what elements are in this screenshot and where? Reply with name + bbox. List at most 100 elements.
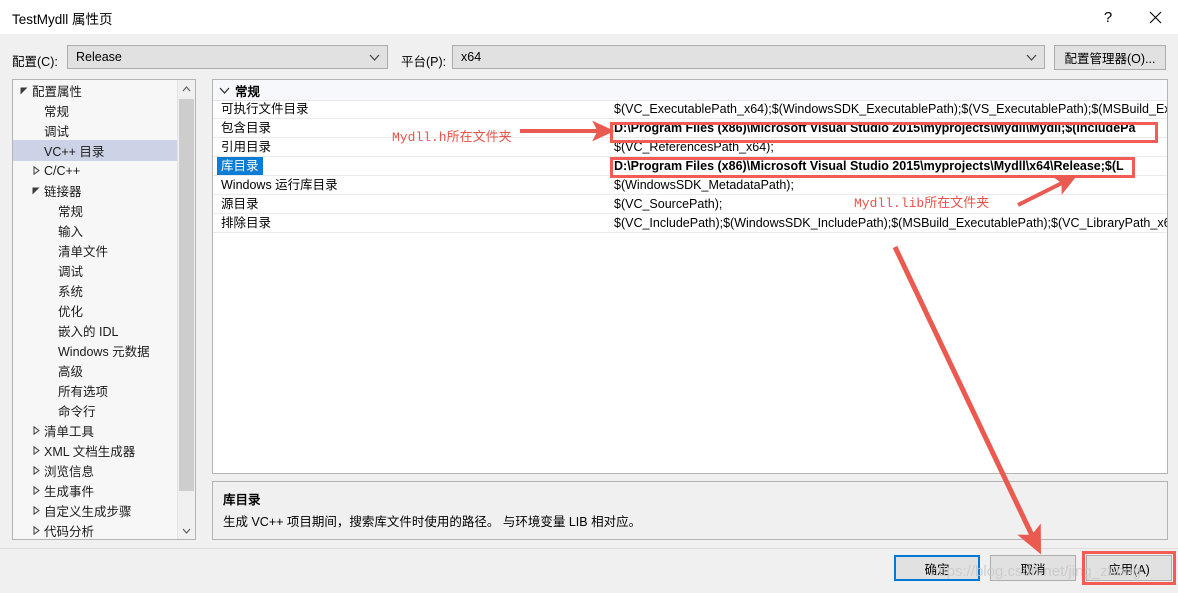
tree-item[interactable]: 系统 xyxy=(13,280,179,301)
help-button[interactable]: ? xyxy=(1085,0,1131,34)
tree-item[interactable]: 高级 xyxy=(13,360,179,381)
property-value[interactable]: $(VC_IncludePath);$(WindowsSDK_IncludePa… xyxy=(614,214,1167,232)
tree-item[interactable]: VC++ 目录 xyxy=(13,140,179,161)
property-row[interactable]: 包含目录 D:\Program Files (x86)\Microsoft Vis… xyxy=(213,119,1167,138)
triangle-right-icon[interactable] xyxy=(29,506,43,515)
tree-item[interactable]: 输入 xyxy=(13,220,179,241)
property-row[interactable]: 引用目录 $(VC_ReferencesPath_x64); xyxy=(213,138,1167,157)
tree-item-label: 链接器 xyxy=(44,185,82,199)
close-button[interactable] xyxy=(1132,0,1178,34)
triangle-right-icon[interactable] xyxy=(29,486,43,495)
tree-item-label: 自定义生成步骤 xyxy=(44,505,132,519)
tree-item-label: 命令行 xyxy=(58,405,96,419)
tree-items: 配置属性 常规 调试 VC++ 目录 C/C++ 链接器 常规 输入 清单文件 调试 系统 优化 嵌入的… xyxy=(13,80,179,539)
watermark-text: https://blog.csdn.net/jing_zhong xyxy=(930,563,1141,580)
triangle-right-icon[interactable] xyxy=(29,526,43,535)
tree-item-label: 代码分析 xyxy=(44,525,95,539)
property-row[interactable]: 排除目录 $(VC_IncludePath);$(WindowsSDK_Inclu… xyxy=(213,214,1167,233)
property-value[interactable]: $(WindowsSDK_MetadataPath); xyxy=(614,176,794,194)
tree-item[interactable]: 嵌入的 IDL xyxy=(13,320,179,341)
scroll-up-icon[interactable] xyxy=(178,80,195,97)
scroll-down-icon[interactable] xyxy=(178,522,195,539)
tree-item-label: Windows 元数据 xyxy=(58,345,150,359)
question-mark-icon: ? xyxy=(1103,8,1113,26)
tree-item[interactable]: 浏览信息 xyxy=(13,460,179,481)
tree-item[interactable]: 常规 xyxy=(13,100,179,121)
property-value[interactable]: D:\Program Files (x86)\Microsoft Visual … xyxy=(614,119,1135,137)
property-row[interactable]: 可执行文件目录 $(VC_ExecutablePath_x64);$(Window… xyxy=(213,100,1167,119)
triangle-down-icon[interactable] xyxy=(17,86,31,95)
property-name: 排除目录 xyxy=(221,216,272,230)
tree-item[interactable]: XML 文档生成器 xyxy=(13,440,179,461)
description-text: 生成 VC++ 项目期间，搜索库文件时使用的路径。 与环境变量 LIB 相对应。 xyxy=(223,515,642,529)
property-row[interactable]: Windows 运行库目录 $(WindowsSDK_MetadataPath); xyxy=(213,176,1167,195)
tree-item-label: 嵌入的 IDL xyxy=(58,325,119,339)
tree-item-label: 高级 xyxy=(58,365,84,379)
category-row-general[interactable]: 常规 xyxy=(213,80,1167,101)
configuration-select[interactable]: Release xyxy=(67,45,388,69)
property-name: 可执行文件目录 xyxy=(221,102,309,116)
chevron-down-icon xyxy=(361,54,387,61)
platform-select[interactable]: x64 xyxy=(452,45,1045,69)
tree-item[interactable]: 常规 xyxy=(13,200,179,221)
tree-item[interactable]: 调试 xyxy=(13,120,179,141)
tree-item-label: C/C++ xyxy=(44,163,81,178)
platform-value: x64 xyxy=(461,50,482,64)
property-value[interactable]: D:\Program Files (x86)\Microsoft Visual … xyxy=(614,157,1124,175)
property-name: Windows 运行库目录 xyxy=(221,178,338,192)
tree-scrollbar[interactable] xyxy=(177,80,195,539)
property-row[interactable]: 源目录 $(VC_SourcePath); xyxy=(213,195,1167,214)
triangle-down-icon[interactable] xyxy=(29,186,43,195)
tree-item[interactable]: 优化 xyxy=(13,300,179,321)
tree-item[interactable]: 自定义生成步骤 xyxy=(13,500,179,521)
tree-item-label: 清单工具 xyxy=(44,425,95,439)
tree-item-label: 输入 xyxy=(58,225,84,239)
tree-item[interactable]: 所有选项 xyxy=(13,380,179,401)
tree-item[interactable]: 生成事件 xyxy=(13,480,179,501)
tree-item-label: 浏览信息 xyxy=(44,465,95,479)
configuration-tree[interactable]: 配置属性 常规 调试 VC++ 目录 C/C++ 链接器 常规 输入 清单文件 调试 系统 优化 嵌入的… xyxy=(12,79,196,540)
tree-item-label: 优化 xyxy=(58,305,84,319)
configuration-label: 配置(C): xyxy=(12,55,58,69)
tree-item-label: 常规 xyxy=(44,105,70,119)
close-icon xyxy=(1149,11,1162,24)
scrollbar-thumb[interactable] xyxy=(179,99,194,491)
tree-item[interactable]: Windows 元数据 xyxy=(13,340,179,361)
triangle-right-icon[interactable] xyxy=(29,426,43,435)
description-panel: 库目录 生成 VC++ 项目期间，搜索库文件时使用的路径。 与环境变量 LIB … xyxy=(212,481,1168,540)
property-pages-dialog: TestMydll 属性页 ? 配置(C): Release 平台(P): x6… xyxy=(0,0,1178,593)
tree-item-label: 所有选项 xyxy=(58,385,109,399)
tree-item[interactable]: C/C++ xyxy=(13,160,179,181)
configuration-manager-button[interactable]: 配置管理器(O)... xyxy=(1054,45,1166,70)
tree-item[interactable]: 清单文件 xyxy=(13,240,179,261)
footer-divider xyxy=(0,548,1178,549)
tree-item-label: 常规 xyxy=(58,205,84,219)
tree-item[interactable]: 调试 xyxy=(13,260,179,281)
triangle-right-icon[interactable] xyxy=(29,446,43,455)
triangle-right-icon[interactable] xyxy=(29,466,43,475)
tree-item[interactable]: 配置属性 xyxy=(13,80,179,101)
platform-label: 平台(P): xyxy=(401,55,447,69)
tree-item-label: 配置属性 xyxy=(32,85,83,99)
property-grid[interactable]: 常规 可执行文件目录 $(VC_ExecutablePath_x64);$(Win… xyxy=(212,79,1168,474)
tree-item-label: VC++ 目录 xyxy=(44,145,105,159)
chevron-down-icon[interactable] xyxy=(213,87,235,94)
property-name: 包含目录 xyxy=(221,121,272,135)
configuration-value: Release xyxy=(76,50,122,64)
tree-item[interactable]: 命令行 xyxy=(13,400,179,421)
tree-item[interactable]: 链接器 xyxy=(13,180,179,201)
tree-item[interactable]: 代码分析 xyxy=(13,520,179,539)
property-row[interactable]: 库目录 D:\Program Files (x86)\Microsoft Visu… xyxy=(213,157,1167,176)
tree-item-label: 清单文件 xyxy=(58,245,109,259)
triangle-right-icon[interactable] xyxy=(29,166,43,175)
tree-item-label: 生成事件 xyxy=(44,485,95,499)
title-bar: TestMydll 属性页 ? xyxy=(0,0,1178,34)
tree-item[interactable]: 清单工具 xyxy=(13,420,179,441)
property-value[interactable]: $(VC_SourcePath); xyxy=(614,195,722,213)
tree-item-label: 调试 xyxy=(44,125,70,139)
property-value[interactable]: $(VC_ExecutablePath_x64);$(WindowsSDK_Ex… xyxy=(614,100,1167,118)
property-name: 源目录 xyxy=(221,197,259,211)
description-title: 库目录 xyxy=(223,493,261,507)
tree-item-label: XML 文档生成器 xyxy=(44,445,136,459)
property-value[interactable]: $(VC_ReferencesPath_x64); xyxy=(614,138,774,156)
